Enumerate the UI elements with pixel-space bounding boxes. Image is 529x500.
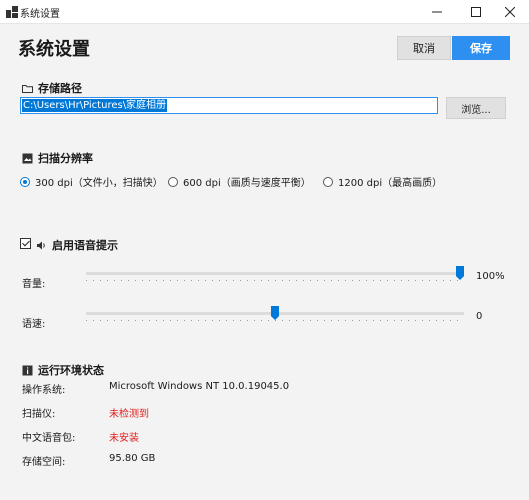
- window-title: 系统设置: [20, 9, 60, 20]
- app-icon: [6, 6, 18, 18]
- storage-section-title: 存储路径: [22, 80, 82, 96]
- resolution-option-label: 1200 dpi（最高画质）: [338, 178, 443, 189]
- folder-icon: [22, 83, 33, 94]
- storage-title-label: 存储路径: [38, 82, 82, 95]
- env-storage-value: 95.80 GB: [109, 453, 156, 464]
- environment-section-title: 运行环境状态: [22, 362, 104, 378]
- page-title: 系统设置: [18, 39, 90, 60]
- resolution-option-600[interactable]: 600 dpi（画质与速度平衡）: [168, 174, 311, 189]
- close-icon[interactable]: [491, 0, 529, 24]
- browse-button[interactable]: 浏览...: [446, 97, 506, 119]
- info-icon: [22, 365, 33, 376]
- radio-unselected[interactable]: [323, 176, 333, 187]
- resolution-option-1200[interactable]: 1200 dpi（最高画质）: [323, 174, 442, 189]
- title-bar: 系统设置: [0, 0, 529, 24]
- maximize-icon[interactable]: [457, 0, 495, 24]
- speed-label: 语速:: [22, 319, 46, 330]
- minimize-icon[interactable]: [418, 0, 456, 24]
- env-scanner-value: 未检测到: [109, 409, 149, 420]
- env-storage-key: 存储空间:: [22, 457, 66, 468]
- speed-slider[interactable]: [86, 306, 464, 326]
- resolution-title-label: 扫描分辨率: [38, 152, 93, 165]
- radio-unselected[interactable]: [168, 176, 178, 187]
- volume-slider[interactable]: [86, 266, 464, 286]
- radio-selected[interactable]: [20, 176, 30, 187]
- volume-label: 音量:: [22, 279, 46, 290]
- env-os-key: 操作系统:: [22, 385, 66, 396]
- environment-title-label: 运行环境状态: [38, 364, 104, 377]
- volume-value: 100%: [476, 271, 505, 282]
- storage-path-value: C:\Users\Hr\Pictures\家庭相册: [22, 99, 168, 112]
- voice-title-label: 启用语音提示: [52, 239, 118, 252]
- speed-slider-thumb[interactable]: [271, 306, 279, 320]
- speed-value: 0: [476, 311, 483, 322]
- image-icon: [22, 153, 33, 164]
- resolution-section-title: 扫描分辨率: [22, 150, 93, 166]
- env-voicepack-value: 未安装: [109, 433, 139, 444]
- volume-slider-thumb[interactable]: [456, 266, 464, 280]
- voice-section-title: 启用语音提示: [36, 237, 118, 253]
- voice-enable-checkbox[interactable]: [20, 238, 31, 249]
- resolution-option-label: 600 dpi（画质与速度平衡）: [183, 178, 311, 189]
- resolution-option-label: 300 dpi（文件小，扫描快）: [35, 178, 163, 189]
- env-os-value: Microsoft Windows NT 10.0.19045.0: [109, 381, 290, 392]
- save-button[interactable]: 保存: [452, 36, 510, 60]
- cancel-button[interactable]: 取消: [397, 36, 451, 60]
- env-scanner-key: 扫描仪:: [22, 409, 56, 420]
- env-voicepack-key: 中文语音包:: [22, 433, 76, 444]
- resolution-option-300[interactable]: 300 dpi（文件小，扫描快）: [20, 174, 163, 189]
- storage-path-input[interactable]: C:\Users\Hr\Pictures\家庭相册: [20, 97, 438, 114]
- speaker-icon: [36, 240, 47, 251]
